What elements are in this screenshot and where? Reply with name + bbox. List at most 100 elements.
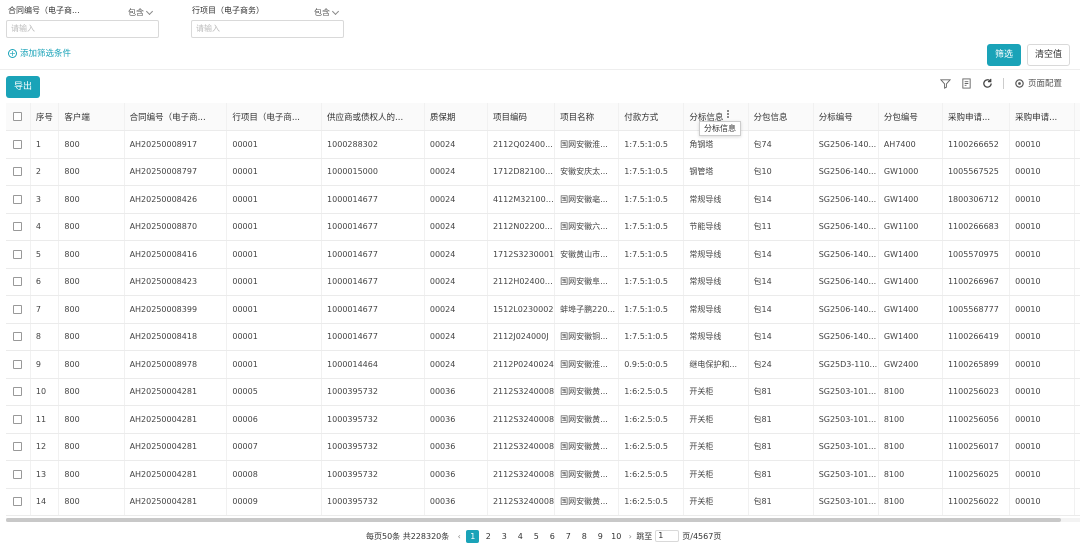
column-header[interactable]: 项目编码 bbox=[487, 103, 556, 131]
checkbox-icon[interactable] bbox=[13, 304, 23, 314]
scrollbar-thumb[interactable] bbox=[6, 518, 1061, 522]
checkbox-icon[interactable] bbox=[13, 359, 23, 369]
column-header[interactable]: 采购申请... bbox=[1009, 103, 1076, 131]
row-checkbox-cell[interactable] bbox=[6, 460, 31, 489]
row-checkbox-cell[interactable] bbox=[6, 295, 31, 324]
checkbox-icon[interactable] bbox=[13, 111, 23, 121]
table-row[interactable]: 12 800 AH20250004281 00007 1000395732 00036 21… bbox=[6, 433, 1080, 461]
horizontal-scrollbar[interactable] bbox=[6, 518, 1080, 522]
checkbox-icon[interactable] bbox=[13, 497, 23, 507]
column-header[interactable]: 客户端 bbox=[58, 103, 125, 131]
checkbox-icon[interactable] bbox=[13, 442, 23, 452]
column-header[interactable]: 行项目（电子商... bbox=[226, 103, 323, 131]
next-page-icon[interactable]: › bbox=[624, 532, 636, 541]
column-header[interactable]: 项目名称 bbox=[554, 103, 620, 131]
select-all-checkbox[interactable] bbox=[6, 103, 31, 131]
filter-icon[interactable] bbox=[939, 78, 951, 89]
table-cell: 国网安徽六... bbox=[554, 213, 620, 241]
column-header[interactable]: 序号 bbox=[30, 103, 60, 131]
page-number[interactable]: 10 bbox=[608, 530, 624, 543]
column-settings-icon[interactable] bbox=[961, 77, 972, 89]
goto-page-input[interactable]: 1 bbox=[655, 530, 680, 542]
checkbox-icon[interactable] bbox=[13, 414, 23, 424]
column-header[interactable]: 付款方式 bbox=[618, 103, 685, 131]
table-cell: 1000395732 bbox=[321, 460, 425, 489]
table-cell: 00010 bbox=[1009, 323, 1076, 351]
page-number[interactable]: 2 bbox=[480, 530, 496, 543]
add-filter-condition-link[interactable]: + 添加筛选条件 bbox=[8, 47, 71, 59]
column-header[interactable]: 供应商或债权人的... bbox=[321, 103, 425, 131]
column-header[interactable]: 物资 bbox=[1074, 103, 1080, 131]
table-cell: 00024 bbox=[424, 295, 488, 324]
table-cell: 800 bbox=[58, 488, 125, 516]
table-row[interactable]: 8 800 AH20250008418 00001 1000014677 00024 211… bbox=[6, 323, 1080, 351]
table-row[interactable]: 10 800 AH20250004281 00005 1000395732 00036 21… bbox=[6, 378, 1080, 406]
table-row[interactable]: 5 800 AH20250008416 00001 1000014677 00024 171… bbox=[6, 240, 1080, 269]
table-row[interactable]: 2 800 AH20250008797 00001 1000015000 00024 171… bbox=[6, 158, 1080, 186]
table-row[interactable]: 3 800 AH20250008426 00001 1000014677 00024 411… bbox=[6, 185, 1080, 214]
filter-button[interactable]: 筛选 bbox=[987, 44, 1022, 66]
table-cell: 安徽安庆太... bbox=[554, 158, 620, 186]
page-number[interactable]: 9 bbox=[592, 530, 608, 543]
page-number[interactable]: 1 bbox=[466, 529, 480, 543]
row-checkbox-cell[interactable] bbox=[6, 158, 31, 186]
row-checkbox-cell[interactable] bbox=[6, 378, 31, 406]
page-number[interactable]: 6 bbox=[544, 530, 560, 543]
table-row[interactable]: 6 800 AH20250008423 00001 1000014677 00024 211… bbox=[6, 268, 1080, 296]
table-row[interactable]: 13 800 AH20250004281 00008 1000395732 00036 21… bbox=[6, 460, 1080, 489]
column-menu-icon[interactable] bbox=[727, 110, 730, 120]
page-number[interactable]: 5 bbox=[528, 530, 544, 543]
add-filter-condition-label: 添加筛选条件 bbox=[20, 49, 72, 59]
table-cell: 节能导线 bbox=[683, 213, 749, 241]
table-row[interactable]: 9 800 AH20250008978 00001 1000014464 00024 211… bbox=[6, 350, 1080, 379]
column-header[interactable]: 分包编号 bbox=[878, 103, 943, 131]
column-header[interactable]: 合同编号（电子商... bbox=[124, 103, 228, 131]
row-checkbox-cell[interactable] bbox=[6, 433, 31, 461]
checkbox-icon[interactable] bbox=[13, 249, 23, 259]
checkbox-icon[interactable] bbox=[13, 332, 23, 342]
table-cell: 00036 bbox=[424, 460, 488, 489]
checkbox-icon[interactable] bbox=[13, 387, 23, 397]
row-checkbox-cell[interactable] bbox=[6, 268, 31, 296]
table-cell: 2 bbox=[30, 158, 60, 186]
page-number[interactable]: 3 bbox=[496, 530, 512, 543]
table-cell: 包81 bbox=[748, 378, 814, 406]
page-number[interactable]: 8 bbox=[576, 530, 592, 543]
checkbox-icon[interactable] bbox=[13, 167, 23, 177]
checkbox-icon[interactable] bbox=[13, 222, 23, 232]
row-checkbox-cell[interactable] bbox=[6, 488, 31, 516]
column-header[interactable]: 分标编号 bbox=[813, 103, 879, 131]
filter-operator-select[interactable]: 包含 bbox=[128, 7, 154, 18]
row-checkbox-cell[interactable] bbox=[6, 405, 31, 434]
filter-input-line-item[interactable]: 请输入 bbox=[191, 20, 344, 38]
row-checkbox-cell[interactable] bbox=[6, 350, 31, 379]
prev-page-icon[interactable]: ‹ bbox=[453, 532, 465, 541]
checkbox-icon[interactable] bbox=[13, 194, 23, 204]
page-number[interactable]: 4 bbox=[512, 530, 528, 543]
page-number[interactable]: 7 bbox=[560, 530, 576, 543]
table-row[interactable]: 7 800 AH20250008399 00001 1000014677 00024 151… bbox=[6, 295, 1080, 324]
table-cell: 2112S3240008 bbox=[487, 488, 556, 516]
table-cell: SG2506-140... bbox=[813, 185, 879, 214]
checkbox-icon[interactable] bbox=[13, 277, 23, 287]
row-checkbox-cell[interactable] bbox=[6, 185, 31, 214]
table-row[interactable]: 11 800 AH20250004281 00006 1000395732 00036 21… bbox=[6, 405, 1080, 434]
column-header[interactable]: 质保期 bbox=[424, 103, 488, 131]
filter-operator-select[interactable]: 包含 bbox=[314, 7, 340, 18]
checkbox-icon[interactable] bbox=[13, 469, 23, 479]
row-checkbox-cell[interactable] bbox=[6, 323, 31, 351]
table-row[interactable]: 4 800 AH20250008870 00001 1000014677 00024 211… bbox=[6, 213, 1080, 241]
row-checkbox-cell[interactable] bbox=[6, 240, 31, 269]
filter-input-contract-no[interactable]: 请输入 bbox=[6, 20, 159, 38]
table-row[interactable]: 1 800 AH20250008917 00001 1000288302 00024 211… bbox=[6, 130, 1080, 159]
checkbox-icon[interactable] bbox=[13, 139, 23, 149]
column-header[interactable]: 分包信息 bbox=[748, 103, 814, 131]
table-row[interactable]: 14 800 AH20250004281 00009 1000395732 00036 21… bbox=[6, 488, 1080, 516]
row-checkbox-cell[interactable] bbox=[6, 213, 31, 241]
row-checkbox-cell[interactable] bbox=[6, 130, 31, 159]
page-config-button[interactable]: 页面配置 bbox=[1014, 77, 1062, 89]
refresh-icon[interactable] bbox=[982, 78, 993, 89]
clear-button[interactable]: 清空值 bbox=[1027, 44, 1071, 66]
column-header[interactable]: 采购申请... bbox=[942, 103, 1011, 131]
export-button[interactable]: 导出 bbox=[6, 76, 41, 98]
